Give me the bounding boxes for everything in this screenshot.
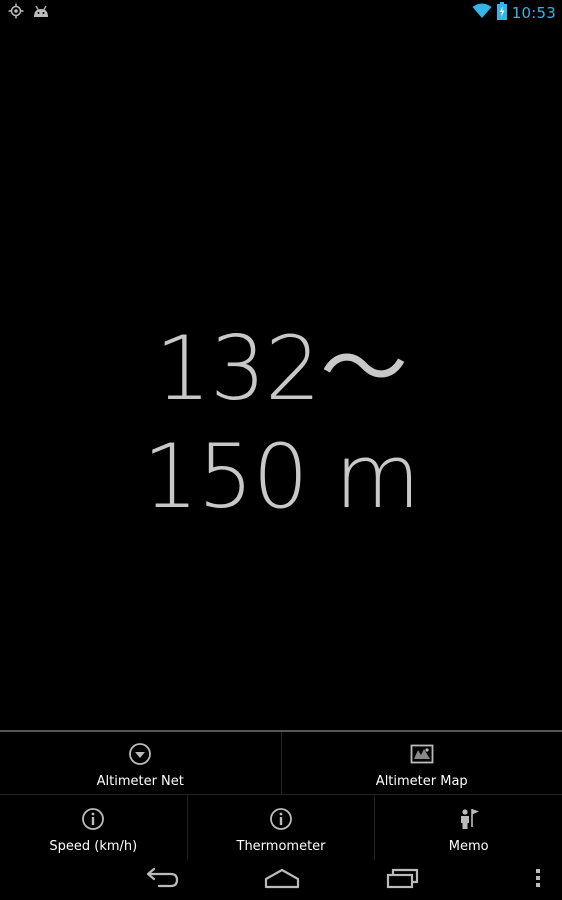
system-status-icons: 10:53 (472, 2, 556, 24)
home-icon (264, 867, 300, 893)
menu-item-label: Speed (km/h) (49, 839, 138, 854)
wifi-icon (472, 3, 492, 23)
battery-charging-icon (496, 2, 507, 24)
menu-item-label: Altimeter Map (375, 774, 468, 789)
menu-item-label: Memo (448, 839, 489, 854)
menu-item-label: Thermometer (236, 839, 326, 854)
options-menu-row-2: Speed (km/h) Thermometer Memo (0, 794, 562, 860)
recents-button[interactable] (383, 866, 423, 894)
back-button[interactable] (142, 866, 182, 894)
menu-item-altimeter-map[interactable]: Altimeter Map (280, 732, 562, 794)
recents-icon (386, 867, 420, 893)
info-icon (269, 807, 293, 831)
menu-item-label: Altimeter Net (96, 774, 184, 789)
android-icon (32, 4, 50, 23)
status-bar: 10:53 (0, 0, 562, 25)
options-menu-row-1: Altimeter Net Altimeter Map (0, 732, 562, 794)
menu-item-altimeter-net[interactable]: Altimeter Net (0, 732, 281, 794)
overflow-menu-icon (535, 868, 541, 892)
dropdown-circle-icon (128, 742, 152, 766)
options-menu: Altimeter Net Altimeter Map Speed (km/h)… (0, 730, 562, 860)
overflow-menu-button[interactable] (530, 866, 546, 894)
map-icon (410, 742, 434, 766)
altitude-range-line: 132～ (155, 317, 408, 420)
menu-item-memo[interactable]: Memo (374, 795, 562, 860)
gps-icon (8, 3, 24, 23)
navigation-bar (0, 860, 562, 900)
altitude-value-line: 150 m (142, 425, 421, 528)
info-icon (81, 807, 105, 831)
person-flag-icon (457, 807, 481, 831)
altitude-reading: 132～ 150 m (0, 315, 562, 531)
clock: 10:53 (511, 4, 556, 22)
notification-icons (8, 3, 50, 23)
menu-item-thermometer[interactable]: Thermometer (186, 795, 375, 860)
menu-item-speed[interactable]: Speed (km/h) (0, 795, 187, 860)
back-icon (145, 867, 179, 893)
home-button[interactable] (262, 866, 302, 894)
